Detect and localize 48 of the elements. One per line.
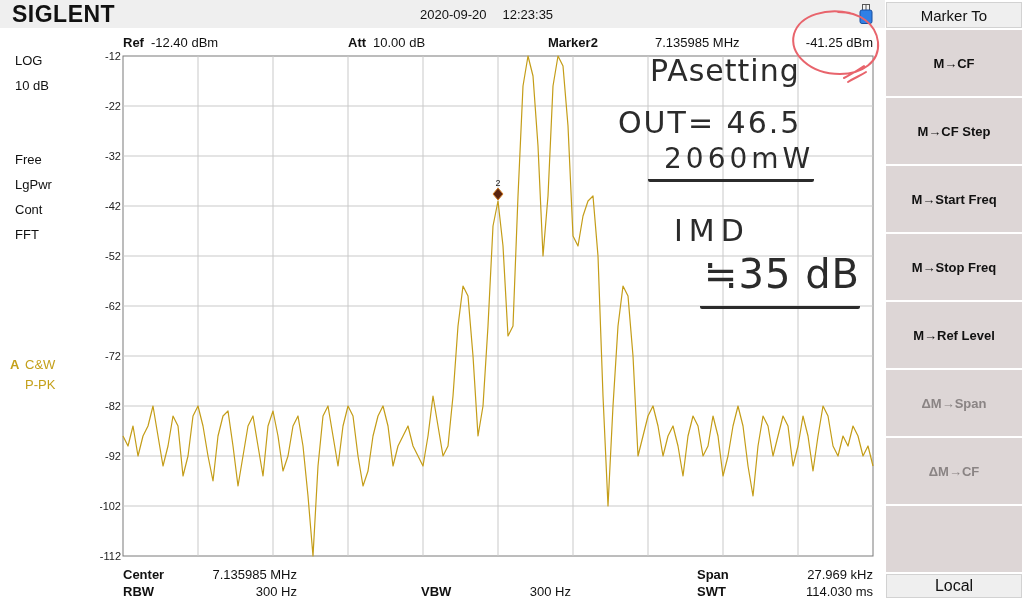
menu-title: Marker To: [886, 2, 1022, 28]
y-tick-label: -62: [105, 300, 121, 312]
y-tick-label: -72: [105, 350, 121, 362]
y-tick-label: -112: [100, 550, 121, 562]
status-label: FFT: [15, 226, 40, 244]
sweep-value: 7.135985 MHz: [212, 566, 297, 583]
sweep-value: 27.969 kHz: [807, 566, 873, 583]
sweep-value: 114.030 ms: [806, 583, 873, 600]
brand-logo: SIGLENT: [11, 1, 117, 27]
softkey-button[interactable]: M→CF: [886, 30, 1022, 96]
scale-label: LOG: [15, 52, 44, 70]
readout-label: Ref: [123, 36, 144, 50]
status-label: LgPwr: [15, 176, 53, 194]
date-text: 2020-09-20: [420, 6, 487, 22]
readout-value: -12.40 dBm: [150, 36, 219, 50]
sweep-label: Center: [123, 566, 165, 583]
sweep-label: RBW: [123, 583, 155, 600]
y-tick-label: -32: [105, 150, 121, 162]
readout-value: 10.00 dB: [373, 36, 426, 50]
sweep-value: 300 Hz: [255, 583, 297, 600]
sweep-label: SWT: [697, 583, 726, 600]
sweep-label: Span: [697, 566, 729, 583]
softkey-button[interactable]: M→CF Step: [886, 98, 1022, 164]
trace-mode: C&W: [25, 356, 56, 374]
y-tick-label: -52: [105, 250, 121, 262]
local-button[interactable]: Local: [886, 574, 1022, 598]
softkey-button[interactable]: M→Start Freq: [886, 166, 1022, 232]
softkey-button[interactable]: M→Stop Freq: [886, 234, 1022, 300]
marker-label: Marker2: [548, 36, 598, 50]
sweep-label: VBW: [421, 583, 452, 600]
status-label: Free: [15, 151, 43, 169]
marker-frequency: 7.135985 MHz: [655, 36, 740, 50]
y-tick-label: -82: [105, 400, 121, 412]
y-tick-label: -102: [100, 500, 121, 512]
marker-amplitude: -41.25 dBm: [805, 36, 873, 50]
usb-drive-icon: [859, 4, 873, 24]
scale-label: 10 dB: [15, 77, 50, 95]
softkey-button[interactable]: M→Ref Level: [886, 302, 1022, 368]
y-tick-label: -42: [105, 200, 121, 212]
y-tick-label: -22: [105, 100, 121, 112]
detector-label: P-PK: [25, 376, 56, 394]
sweep-value: 300 Hz: [529, 583, 571, 600]
trace-letter: A: [10, 356, 21, 374]
y-tick-label: -12: [105, 50, 121, 62]
y-tick-label: -92: [105, 450, 121, 462]
time-text: 12:23:35: [502, 6, 554, 22]
status-label: Cont: [15, 201, 44, 219]
readout-label: Att: [348, 36, 367, 50]
